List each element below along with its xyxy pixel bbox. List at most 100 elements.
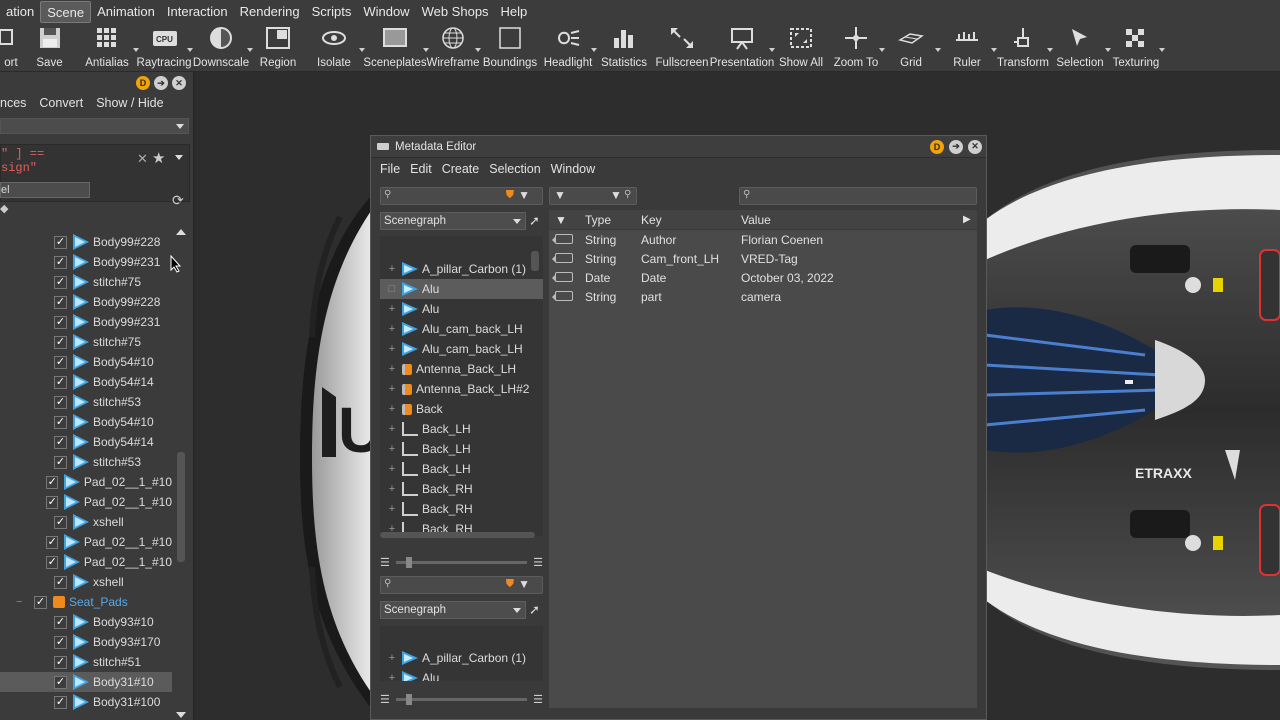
tree-row[interactable]: − ✓ Seat_Pads — [0, 592, 172, 612]
visibility-checkbox[interactable]: ✓ — [54, 675, 67, 689]
scroll-up-icon[interactable] — [176, 229, 186, 235]
toolbar-button-grid[interactable]: Grid — [883, 24, 941, 72]
visibility-checkbox[interactable]: ✓ — [54, 375, 67, 389]
tree-node[interactable]: + A_pillar_Carbon (1) — [380, 648, 543, 668]
arrow-right-icon[interactable]: ➔ — [949, 139, 963, 154]
tree-row[interactable]: ✓ stitch#53 — [0, 392, 172, 412]
scenegraph-select-bottom[interactable]: Scenegraph — [380, 601, 526, 619]
table-row[interactable]: String Cam_front_LH VRED-Tag — [549, 249, 977, 268]
pick-arrow-icon[interactable]: ➚ — [529, 602, 540, 618]
toolbar-button-sceneplates[interactable]: Sceneplates — [363, 24, 429, 72]
expand-icon[interactable]: + — [386, 343, 398, 355]
toolbar-button-wireframe[interactable]: Wireframe — [426, 24, 481, 72]
panel-menu-item[interactable]: Show / Hide — [96, 96, 163, 110]
window-title-bar[interactable]: Metadata Editor D ➔ ✕ — [371, 136, 986, 158]
visibility-checkbox[interactable]: ✓ — [54, 575, 67, 589]
tree-row[interactable]: ✓ Body99#231 — [0, 312, 172, 332]
tree-row[interactable]: ✓ stitch#75 — [0, 272, 172, 292]
expand-icon[interactable]: + — [386, 363, 398, 375]
table-row[interactable]: String part camera — [549, 287, 977, 306]
tree-node[interactable]: + Alu_cam_back_LH — [380, 339, 543, 359]
toolbar-button-isolate[interactable]: Isolate — [305, 24, 365, 72]
filter-group-icon[interactable]: ⛊ — [506, 189, 514, 202]
tree-node[interactable]: + Back_LH — [380, 459, 543, 479]
scroll-down-icon[interactable] — [176, 712, 186, 718]
visibility-checkbox[interactable]: ✓ — [54, 415, 67, 429]
expand-icon[interactable]: + — [386, 672, 398, 681]
tree-row[interactable]: ✓ Body54#14 — [0, 372, 172, 392]
tree-row[interactable]: ✓ xshell — [0, 512, 172, 532]
tree-search-input[interactable]: ⚲ ⛊ ▼ — [380, 187, 543, 205]
scenegraph-select[interactable]: Scenegraph — [380, 212, 526, 230]
toolbar-button-raytracing[interactable]: CPU Raytracing — [137, 24, 193, 72]
clear-icon[interactable]: ✕ — [137, 151, 148, 167]
tree-node[interactable]: + Alu — [380, 668, 543, 681]
tree-node[interactable]: □ Alu — [380, 279, 543, 299]
tree-node[interactable]: + Alu — [380, 299, 543, 319]
arrow-right-icon[interactable]: ➔ — [154, 76, 168, 90]
tree-node[interactable]: + Back_RH — [380, 479, 543, 499]
collapse-icon[interactable]: − — [16, 592, 22, 612]
expand-icon[interactable]: + — [386, 323, 398, 335]
panel-dropdown[interactable] — [0, 118, 189, 134]
toolbar-button-show-all[interactable]: Show All — [773, 24, 829, 72]
visibility-checkbox[interactable]: ✓ — [54, 355, 67, 369]
tree-h-scrollbar[interactable] — [380, 532, 535, 538]
visibility-checkbox[interactable]: ✓ — [54, 615, 67, 629]
tree-node[interactable]: + Alu_cam_back_LH — [380, 319, 543, 339]
expand-icon[interactable]: □ — [386, 283, 398, 295]
menu-item[interactable]: Window — [357, 1, 415, 23]
tree-node[interactable]: + Back — [380, 399, 543, 419]
visibility-checkbox[interactable]: ✓ — [46, 535, 58, 549]
filter-icon[interactable]: ▼ — [610, 188, 622, 202]
visibility-checkbox[interactable]: ✓ — [54, 695, 67, 709]
tree-node[interactable]: + Back_LH — [380, 439, 543, 459]
visibility-checkbox[interactable]: ✓ — [54, 395, 67, 409]
menu-item[interactable]: Animation — [91, 1, 161, 23]
tree-row[interactable]: ✓ Body31#10 — [0, 672, 172, 692]
editor-menu-item[interactable]: Selection — [489, 162, 540, 176]
scrollbar-thumb[interactable] — [177, 452, 185, 562]
visibility-checkbox[interactable]: ✓ — [54, 635, 67, 649]
refresh-icon[interactable]: ⟳ — [172, 192, 184, 209]
tree-row[interactable]: ✓ xshell — [0, 572, 172, 592]
expand-icon[interactable]: + — [386, 263, 398, 275]
menu-item[interactable]: Help — [495, 1, 534, 23]
column-header-value[interactable]: Value — [741, 213, 963, 227]
tree-row[interactable]: ✓ Body99#228 — [0, 232, 172, 252]
tree-row[interactable]: ✓ stitch#53 — [0, 452, 172, 472]
visibility-checkbox[interactable]: ✓ — [46, 555, 58, 569]
menu-item[interactable]: Scripts — [306, 1, 358, 23]
toolbar-button-boundings[interactable]: Boundings — [479, 24, 541, 72]
table-row[interactable]: Date Date October 03, 2022 — [549, 268, 977, 287]
visibility-checkbox[interactable]: ✓ — [54, 315, 67, 329]
tree-row[interactable]: ✓ Body99#231 — [0, 252, 172, 272]
panel-menu-item[interactable]: nces — [0, 96, 26, 110]
tree-row[interactable]: ✓ stitch#51 — [0, 652, 172, 672]
menu-item[interactable]: Rendering — [234, 1, 306, 23]
menu-item[interactable]: Interaction — [161, 1, 234, 23]
visibility-checkbox[interactable]: ✓ — [54, 655, 67, 669]
tree-row[interactable]: ✓ Pad_02__1_#10 — [0, 532, 172, 552]
tree-row[interactable]: ✓ Body54#14 — [0, 432, 172, 452]
visibility-checkbox[interactable]: ✓ — [54, 515, 67, 529]
toolbar-button-ruler[interactable]: Ruler — [939, 24, 997, 72]
column-header-type[interactable]: Type — [585, 213, 641, 227]
tree-row[interactable]: ✓ Body54#10 — [0, 412, 172, 432]
type-filter-input[interactable]: ▼ ▼ ⚲ — [549, 187, 637, 205]
toolbar-button-statistics[interactable]: Statistics — [595, 24, 653, 72]
tree-node[interactable]: + Antenna_Back_LH — [380, 359, 543, 379]
toolbar-button-ort[interactable]: ort — [0, 24, 22, 72]
chevron-down-icon[interactable] — [175, 155, 183, 160]
expand-icon[interactable]: + — [386, 383, 398, 395]
tree-row[interactable]: ✓ Pad_02__1_#10 — [0, 492, 172, 512]
expand-icon[interactable]: + — [386, 423, 398, 435]
value-search-input[interactable]: ⚲ — [739, 187, 977, 205]
visibility-checkbox[interactable]: ✓ — [54, 455, 67, 469]
scenegraph-tree-top[interactable]: + A_pillar_Carbon (1) □ Alu + Alu + Alu_cam_bac… — [380, 236, 543, 536]
toolbar-button-selection[interactable]: Selection — [1051, 24, 1111, 72]
tree-row[interactable]: ✓ Body93#10 — [0, 612, 172, 632]
tree-node[interactable]: + Back_RH — [380, 499, 543, 519]
expand-icon[interactable]: + — [386, 443, 398, 455]
visibility-checkbox[interactable]: ✓ — [54, 335, 67, 349]
